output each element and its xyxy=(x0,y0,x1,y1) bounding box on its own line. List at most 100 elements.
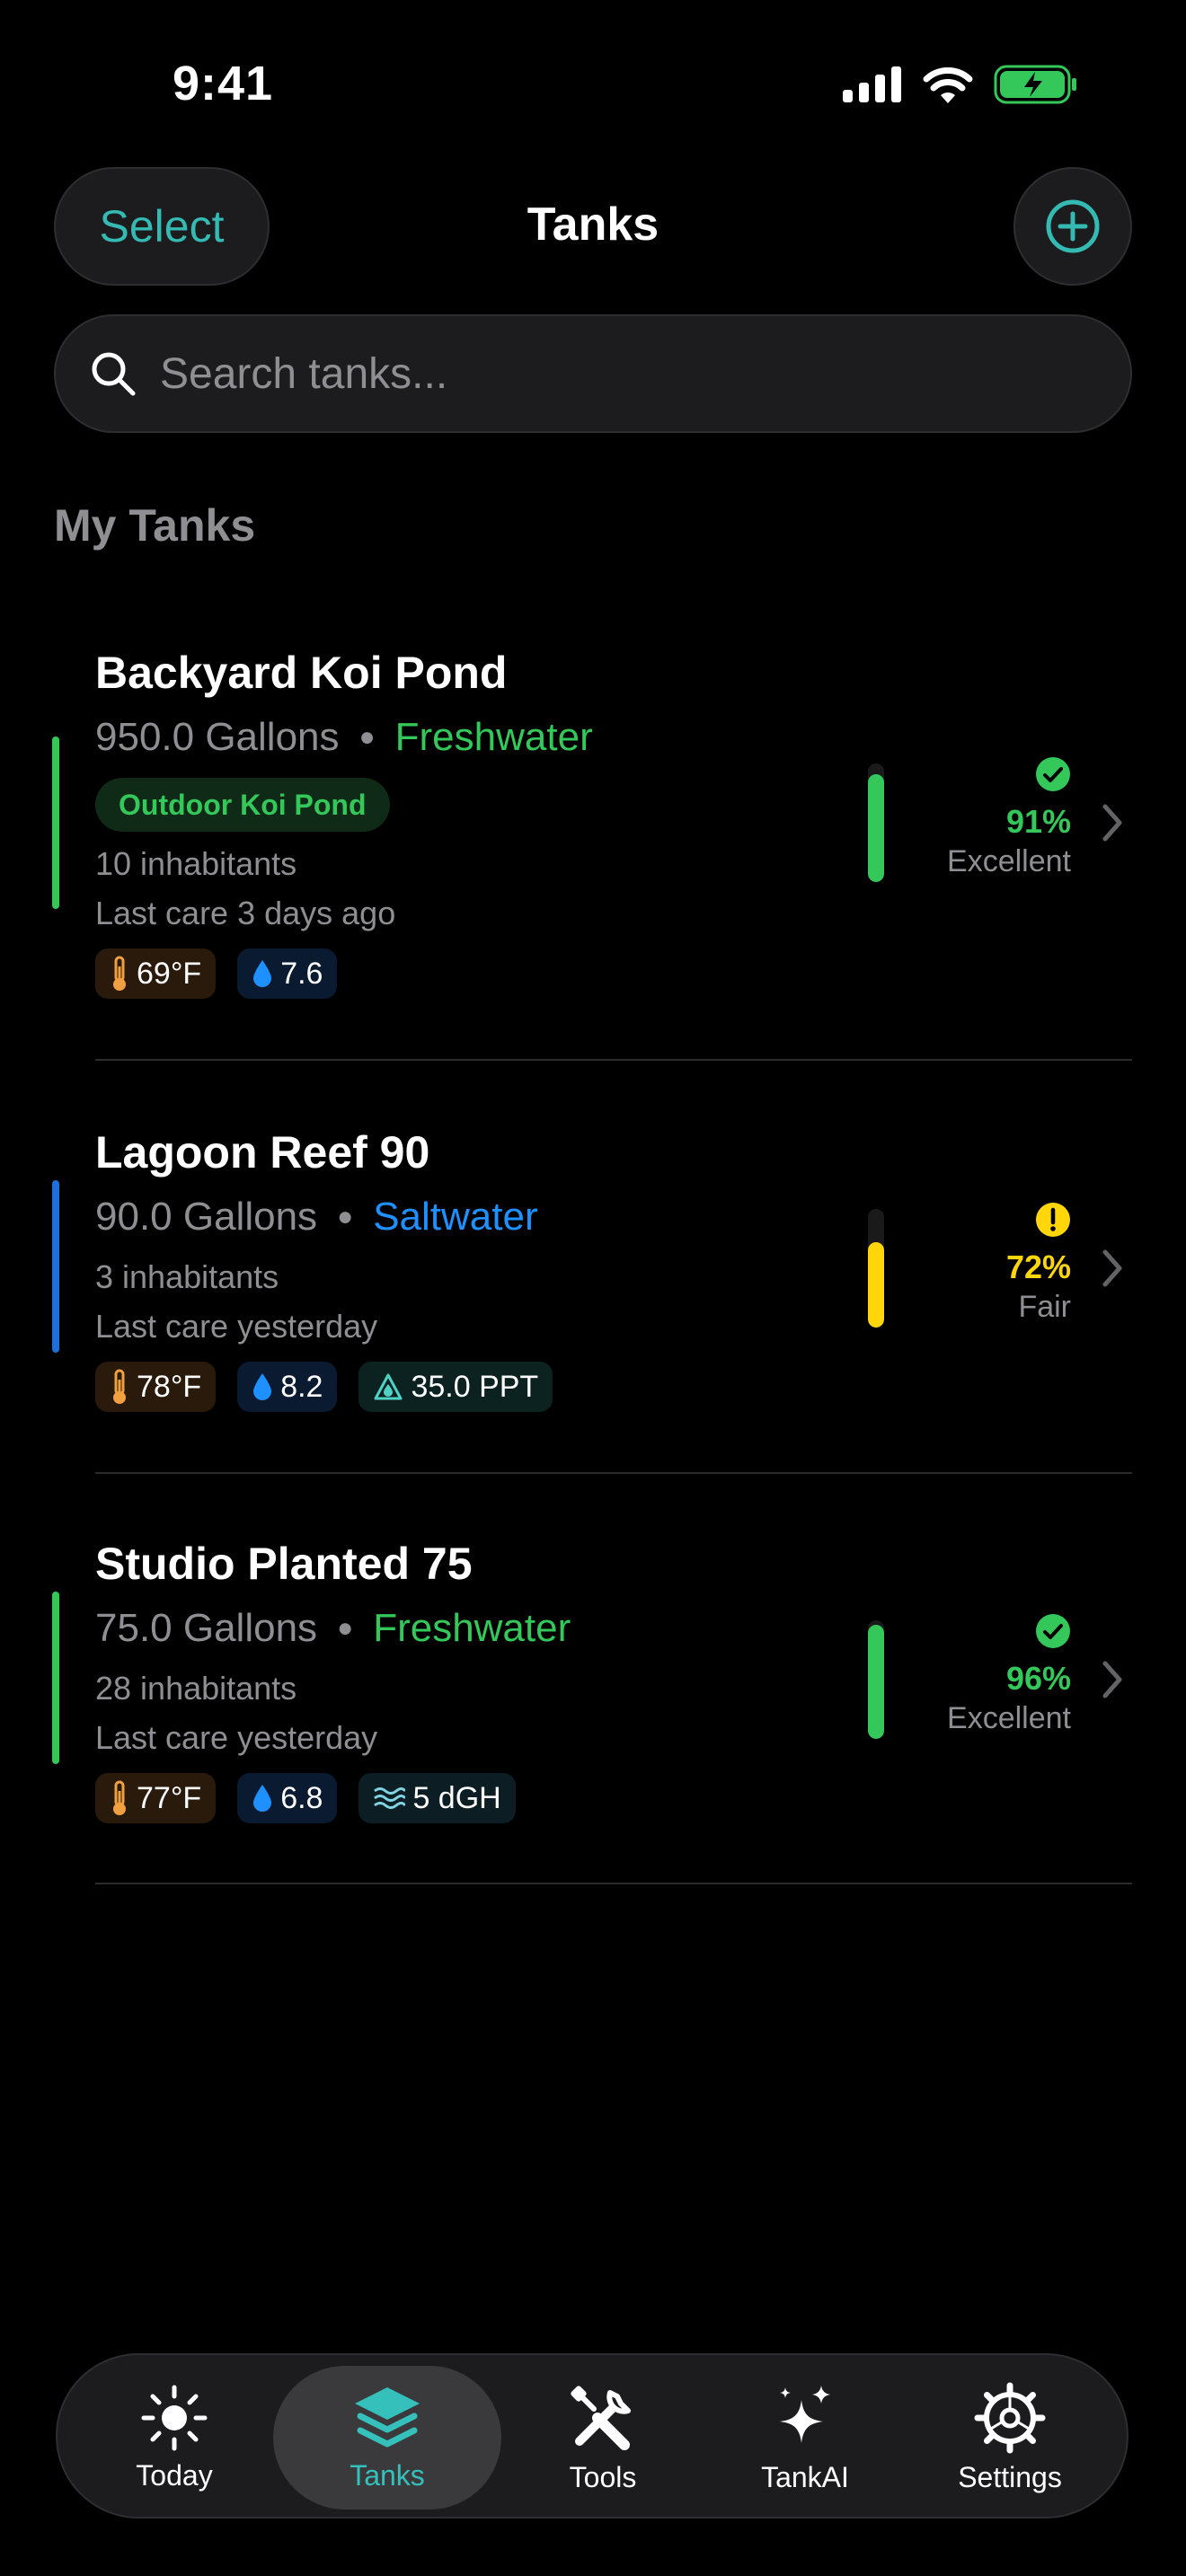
thermometer-icon xyxy=(113,956,126,991)
tab-tools[interactable]: Tools xyxy=(507,2366,699,2510)
tank-water-type: Freshwater xyxy=(394,715,593,759)
ph-chip: 8.2 xyxy=(237,1362,338,1412)
drop-icon xyxy=(253,1373,272,1400)
tank-name: Studio Planted 75 xyxy=(95,1539,473,1589)
check-circle-icon xyxy=(1036,1614,1070,1648)
tab-tankai[interactable]: TankAI xyxy=(706,2366,904,2510)
section-title: My Tanks xyxy=(54,500,256,551)
tank-name: Lagoon Reef 90 xyxy=(95,1127,430,1178)
chevron-right-icon xyxy=(1102,804,1122,842)
plus-circle-icon xyxy=(1046,199,1100,253)
temperature-value: 78°F xyxy=(137,1369,202,1404)
tab-today[interactable]: Today xyxy=(84,2366,264,2510)
tank-accent-bar xyxy=(52,1592,59,1764)
gear-icon xyxy=(974,2382,1046,2453)
chevron-right-icon xyxy=(1102,1661,1122,1698)
cellular-signal-icon xyxy=(843,66,901,102)
divider xyxy=(95,1059,1132,1061)
salinity-triangle-icon xyxy=(374,1373,403,1400)
health-percent: 96% xyxy=(1005,1660,1071,1697)
temperature-value: 69°F xyxy=(137,956,202,991)
tools-icon xyxy=(571,2385,631,2450)
health-label: Excellent xyxy=(947,1701,1071,1735)
tank-inhabitants: 10 inhabitants xyxy=(95,845,297,882)
tank-card[interactable]: Lagoon Reef 90 90.0 Gallons ● Saltwater … xyxy=(0,1108,1186,1495)
tank-volume: 950.0 Gallons xyxy=(95,715,340,759)
tank-tag: Outdoor Koi Pond xyxy=(95,778,390,832)
tab-settings[interactable]: Settings xyxy=(911,2366,1109,2510)
temperature-value: 77°F xyxy=(137,1780,202,1815)
ph-value: 6.8 xyxy=(280,1780,323,1815)
hardness-value: 5 dGH xyxy=(412,1780,501,1815)
exclamation-circle-icon xyxy=(1036,1203,1070,1237)
tank-volume: 90.0 Gallons xyxy=(95,1195,318,1239)
search-icon xyxy=(92,352,136,396)
tank-meta: 90.0 Gallons ● Saltwater xyxy=(95,1195,538,1239)
search-input[interactable] xyxy=(160,348,1058,399)
health-gauge xyxy=(868,1620,884,1739)
page-title: Tanks xyxy=(527,198,659,251)
meta-separator: ● xyxy=(337,1613,354,1643)
tank-water-type: Saltwater xyxy=(373,1195,538,1239)
layers-icon xyxy=(355,2386,420,2447)
health-percent: 91% xyxy=(1005,803,1071,840)
health-gauge xyxy=(868,763,884,882)
wifi-icon xyxy=(923,67,973,103)
tab-tanks[interactable]: Tanks xyxy=(273,2366,501,2510)
tank-meta: 75.0 Gallons ● Freshwater xyxy=(95,1606,571,1651)
tab-bar: Today Tanks Tools TankAI Settings xyxy=(56,2353,1128,2519)
tank-card[interactable]: Backyard Koi Pond 950.0 Gallons ● Freshw… xyxy=(0,629,1186,1061)
divider xyxy=(95,1883,1132,1884)
battery-charging-icon xyxy=(994,65,1076,104)
health-gauge-fill xyxy=(868,1241,884,1328)
status-bar: 9:41 xyxy=(0,0,1186,171)
tank-water-type: Freshwater xyxy=(373,1606,571,1650)
health-gauge-fill xyxy=(868,1625,884,1739)
tank-last-care: Last care yesterday xyxy=(95,1308,378,1345)
check-circle-icon xyxy=(1036,757,1070,791)
thermometer-icon xyxy=(113,1780,126,1815)
tab-label: Tanks xyxy=(350,2458,425,2492)
salinity-value: 35.0 PPT xyxy=(411,1369,539,1404)
tank-parameters: 78°F 8.2 35.0 PPT xyxy=(95,1362,553,1412)
drop-icon xyxy=(253,1785,272,1812)
tab-label: TankAI xyxy=(761,2460,849,2493)
temperature-chip: 78°F xyxy=(95,1362,217,1412)
thermometer-icon xyxy=(113,1369,126,1404)
tank-meta: 950.0 Gallons ● Freshwater xyxy=(95,715,593,760)
tank-inhabitants: 28 inhabitants xyxy=(95,1670,297,1707)
tab-label: Tools xyxy=(569,2460,637,2493)
tank-parameters: 77°F 6.8 5 dGH xyxy=(95,1773,516,1823)
search-bar[interactable] xyxy=(54,314,1132,433)
chevron-right-icon xyxy=(1102,1249,1122,1287)
meta-separator: ● xyxy=(358,722,376,752)
tank-last-care: Last care yesterday xyxy=(95,1719,378,1756)
health-summary: 96% Excellent xyxy=(891,1613,1071,1736)
drop-icon xyxy=(253,960,272,987)
temperature-chip: 77°F xyxy=(95,1773,217,1823)
status-time: 9:41 xyxy=(173,57,274,110)
tab-label: Today xyxy=(136,2458,213,2492)
ph-value: 8.2 xyxy=(280,1369,323,1404)
waves-icon xyxy=(374,1787,406,1809)
health-gauge xyxy=(868,1209,884,1328)
add-tank-button[interactable] xyxy=(1013,167,1132,286)
health-label: Excellent xyxy=(947,844,1071,878)
tank-volume: 75.0 Gallons xyxy=(95,1606,318,1650)
health-gauge-fill xyxy=(868,773,884,882)
tank-last-care: Last care 3 days ago xyxy=(95,895,396,931)
health-percent: 72% xyxy=(1005,1248,1071,1285)
meta-separator: ● xyxy=(337,1202,354,1231)
status-icons xyxy=(843,65,1078,104)
health-summary: 72% Fair xyxy=(891,1202,1071,1325)
ph-chip: 7.6 xyxy=(237,948,338,999)
tank-inhabitants: 3 inhabitants xyxy=(95,1258,279,1295)
ph-value: 7.6 xyxy=(280,956,323,991)
tab-label: Settings xyxy=(958,2460,1062,2493)
tank-card[interactable]: Studio Planted 75 75.0 Gallons ● Freshwa… xyxy=(0,1520,1186,1906)
sun-icon xyxy=(141,2385,208,2450)
divider xyxy=(95,1472,1132,1474)
temperature-chip: 69°F xyxy=(95,948,217,999)
tank-name: Backyard Koi Pond xyxy=(95,648,508,698)
hardness-chip: 5 dGH xyxy=(358,1773,516,1823)
